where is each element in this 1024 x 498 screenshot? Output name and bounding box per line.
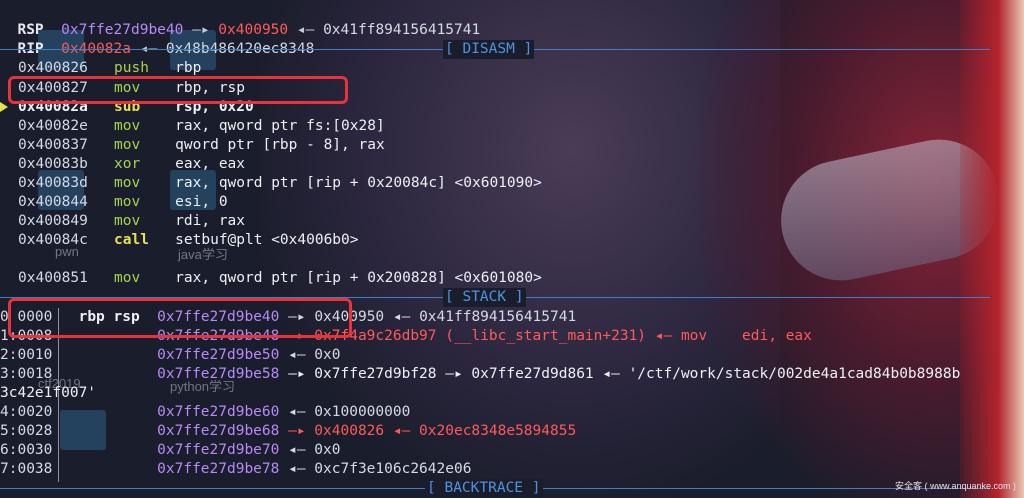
disasm-line: 0x40082e mov rax, qword ptr fs:[0x28] bbox=[18, 118, 385, 134]
disasm-header: [ DISASM ] bbox=[443, 40, 535, 59]
backtrace-divider: [ BACKTRACE ] bbox=[0, 479, 990, 498]
disasm-line: 0x400851 mov rax, qword ptr [rip + 0x200… bbox=[18, 270, 542, 286]
stack-row: 2:0010 0x7ffe27d9be50 ◂— 0x0 bbox=[0, 347, 341, 363]
stack-header: [ STACK ] bbox=[443, 288, 526, 307]
register-rip: RIP 0x40082a ◂— 0x48b486420ec8348 bbox=[17, 41, 315, 57]
highlight-box-stack-rbp-rsp bbox=[8, 298, 352, 338]
disasm-divider: [ DISASM ] bbox=[0, 40, 990, 59]
watermark: 安全客 ( www.anquanke.com ) bbox=[894, 481, 1016, 491]
register-rsp: RSP 0x7ffe27d9be40 —▸ 0x400950 ◂— 0x41ff… bbox=[17, 22, 481, 38]
backtrace-header: [ BACKTRACE ] bbox=[425, 479, 543, 498]
disasm-line: 0x40083d mov rax, qword ptr [rip + 0x200… bbox=[18, 175, 542, 191]
stack-row-continuation: 3c42e1f007' bbox=[0, 385, 97, 401]
highlight-box-mov-rbp-rsp bbox=[8, 76, 348, 104]
disasm-line: 0x400837 mov qword ptr [rbp - 8], rax bbox=[18, 137, 385, 153]
disasm-line: 0x40084c call setbuf@plt <0x4006b0> bbox=[18, 232, 359, 248]
disasm-line: 0x400844 mov esi, 0 bbox=[18, 194, 228, 210]
disasm-line: 0x40083b xor eax, eax bbox=[18, 156, 246, 172]
current-instruction-marker bbox=[0, 102, 8, 112]
stack-row: 5:0028 0x7ffe27d9be68 —▸ 0x400826 ◂— 0x2… bbox=[0, 423, 577, 439]
stack-row: 3:0018 0x7ffe27d9be58 —▸ 0x7ffe27d9bf28 … bbox=[0, 366, 961, 382]
stack-row: 6:0030 0x7ffe27d9be70 ◂— 0x0 bbox=[0, 442, 341, 458]
stack-row: 4:0020 0x7ffe27d9be60 ◂— 0x100000000 bbox=[0, 404, 411, 420]
disasm-line: 0x400849 mov rdi, rax bbox=[18, 213, 246, 229]
stack-row: 7:0038 0x7ffe27d9be78 ◂— 0xc7f3e106c2642… bbox=[0, 461, 472, 477]
